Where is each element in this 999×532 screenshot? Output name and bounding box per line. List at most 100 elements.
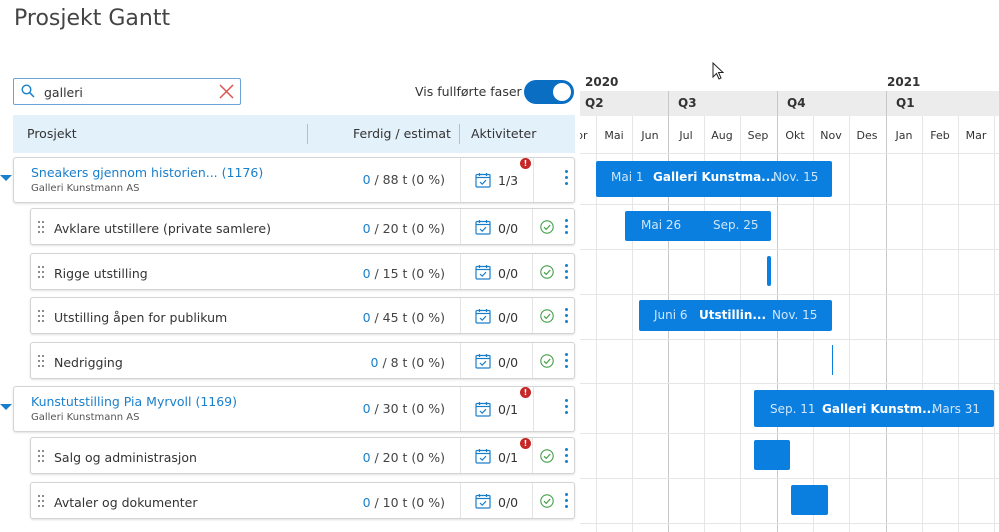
- bar-start-date: Mai 26: [641, 218, 682, 232]
- quarter-label: Q1: [896, 96, 915, 110]
- gantt-bar-task[interactable]: [754, 440, 790, 470]
- complete-check-icon[interactable]: [540, 309, 554, 323]
- quarter-divider: [886, 91, 887, 532]
- gantt-bar-task[interactable]: Mai 26 Sep. 25: [625, 211, 771, 241]
- gantt-bar-task[interactable]: Juni 6 Utstillin... Nov. 15: [639, 300, 832, 331]
- drag-handle-icon[interactable]: [38, 495, 46, 509]
- hours-value: 0 / 88 t (0 %): [362, 172, 445, 187]
- cell-divider: [532, 343, 533, 378]
- search-input[interactable]: [44, 82, 214, 102]
- project-row[interactable]: Sneakers gjennom historien... (1176) Gal…: [13, 157, 575, 203]
- project-row[interactable]: Kunstutstilling Pia Myrvoll (1169) Galle…: [13, 386, 575, 432]
- column-divider: [459, 124, 460, 144]
- task-row[interactable]: Avklare utstillere (private samlere) 0 /…: [30, 208, 575, 245]
- drag-handle-icon[interactable]: [38, 355, 46, 369]
- activities-count: 0/0: [498, 495, 519, 510]
- task-name[interactable]: Nedrigging: [54, 355, 123, 370]
- drag-handle-icon[interactable]: [38, 266, 46, 280]
- page-title: Prosjekt Gantt: [14, 6, 171, 31]
- month-label: Sep: [747, 129, 769, 142]
- project-client: Galleri Kunstmann AS: [31, 412, 140, 423]
- month-label: Apr: [580, 129, 588, 142]
- complete-check-icon[interactable]: [540, 220, 554, 234]
- calendar-check-icon: [475, 309, 491, 324]
- row-menu-icon[interactable]: [565, 170, 569, 186]
- show-completed-toggle[interactable]: [524, 80, 574, 104]
- activities-count: 1/3: [498, 173, 519, 188]
- gantt-bar-project[interactable]: Mai 1 Galleri Kunstma... Nov. 15: [596, 161, 832, 197]
- gantt-chart[interactable]: 2020 2021 Q2 Q3 Q4 Q1 Apr Mai Jun Jul Au…: [580, 0, 999, 532]
- search-box[interactable]: [13, 78, 241, 105]
- hours-value: 0 / 20 t (0 %): [362, 450, 445, 465]
- gantt-bar-task[interactable]: [791, 485, 828, 515]
- drag-handle-icon[interactable]: [38, 221, 46, 235]
- row-menu-icon[interactable]: [565, 353, 569, 369]
- month-gridline: [958, 116, 959, 532]
- row-menu-icon[interactable]: [565, 493, 569, 509]
- cell-divider: [532, 254, 533, 289]
- hours-value: 0 / 20 t (0 %): [362, 221, 445, 236]
- cell-divider: [532, 483, 533, 518]
- row-menu-icon[interactable]: [565, 264, 569, 280]
- project-name-link[interactable]: Kunstutstilling Pia Myrvoll (1169): [31, 394, 237, 409]
- row-gridline: [580, 383, 999, 384]
- column-header-done-estimate[interactable]: Ferdig / estimat: [353, 126, 451, 141]
- project-name-link[interactable]: Sneakers gjennom historien... (1176): [31, 165, 263, 180]
- gantt-bar-task[interactable]: [832, 345, 833, 375]
- cell-divider: [533, 387, 534, 431]
- complete-check-icon[interactable]: [540, 449, 554, 463]
- task-name[interactable]: Avklare utstillere (private samlere): [54, 221, 271, 236]
- row-menu-icon[interactable]: [565, 219, 569, 235]
- activities-count: 0/0: [498, 355, 519, 370]
- gantt-bar-project[interactable]: Sep. 11 Galleri Kunstm... Mars 31: [754, 390, 994, 427]
- month-label: Jun: [641, 129, 659, 142]
- cell-divider: [460, 483, 461, 518]
- drag-handle-icon[interactable]: [38, 450, 46, 464]
- row-gridline: [580, 204, 999, 205]
- calendar-check-icon: [475, 449, 491, 464]
- cell-divider: [460, 298, 461, 333]
- task-row[interactable]: Rigge utstilling 0 / 15 t (0 %) 0/0: [30, 253, 575, 290]
- task-name[interactable]: Avtaler og dokumenter: [54, 495, 198, 510]
- task-row[interactable]: Nedrigging 0 / 8 t (0 %) 0/0: [30, 342, 575, 379]
- activities-count: 0/1: [498, 450, 519, 465]
- task-row[interactable]: Salg og administrasjon 0 / 20 t (0 %) 0/…: [30, 437, 575, 474]
- row-gridline: [580, 433, 999, 434]
- collapse-caret-icon[interactable]: [0, 175, 12, 181]
- quarter-label: Q4: [787, 96, 806, 110]
- row-menu-icon[interactable]: [565, 448, 569, 464]
- bar-title: Galleri Kunstm...: [822, 402, 936, 416]
- task-row[interactable]: Avtaler og dokumenter 0 / 10 t (0 %) 0/0: [30, 482, 575, 519]
- complete-check-icon[interactable]: [540, 354, 554, 368]
- bar-end-date: Nov. 15: [772, 308, 818, 322]
- month-label: Aug: [711, 129, 733, 142]
- complete-check-icon[interactable]: [540, 265, 554, 279]
- month-gridline: [922, 116, 923, 532]
- month-label: Des: [856, 129, 878, 142]
- gantt-bar-task[interactable]: [767, 256, 771, 286]
- clear-search-icon[interactable]: [218, 83, 235, 100]
- cell-divider: [532, 438, 533, 473]
- complete-check-icon[interactable]: [540, 494, 554, 508]
- collapse-caret-icon[interactable]: [0, 404, 12, 410]
- drag-handle-icon[interactable]: [38, 310, 46, 324]
- task-name[interactable]: Rigge utstilling: [54, 266, 148, 281]
- task-name[interactable]: Salg og administrasjon: [54, 450, 197, 465]
- hours-value: 0 / 30 t (0 %): [362, 401, 445, 416]
- bar-end-date: Nov. 15: [773, 170, 819, 184]
- row-menu-icon[interactable]: [565, 399, 569, 415]
- search-icon: [21, 84, 35, 98]
- task-name[interactable]: Utstilling åpen for publikum: [54, 310, 227, 325]
- month-label: Mai: [604, 129, 624, 142]
- column-header-project[interactable]: Prosjekt: [27, 126, 77, 141]
- month-gridline: [994, 116, 995, 532]
- bar-end-date: Mars 31: [932, 402, 980, 416]
- cell-divider: [460, 209, 461, 244]
- cell-divider: [532, 298, 533, 333]
- cell-divider: [532, 209, 533, 244]
- task-row[interactable]: Utstilling åpen for publikum 0 / 45 t (0…: [30, 297, 575, 334]
- cell-divider: [460, 343, 461, 378]
- column-header-activities[interactable]: Aktiviteter: [471, 126, 536, 141]
- row-gridline: [580, 249, 999, 250]
- row-menu-icon[interactable]: [565, 308, 569, 324]
